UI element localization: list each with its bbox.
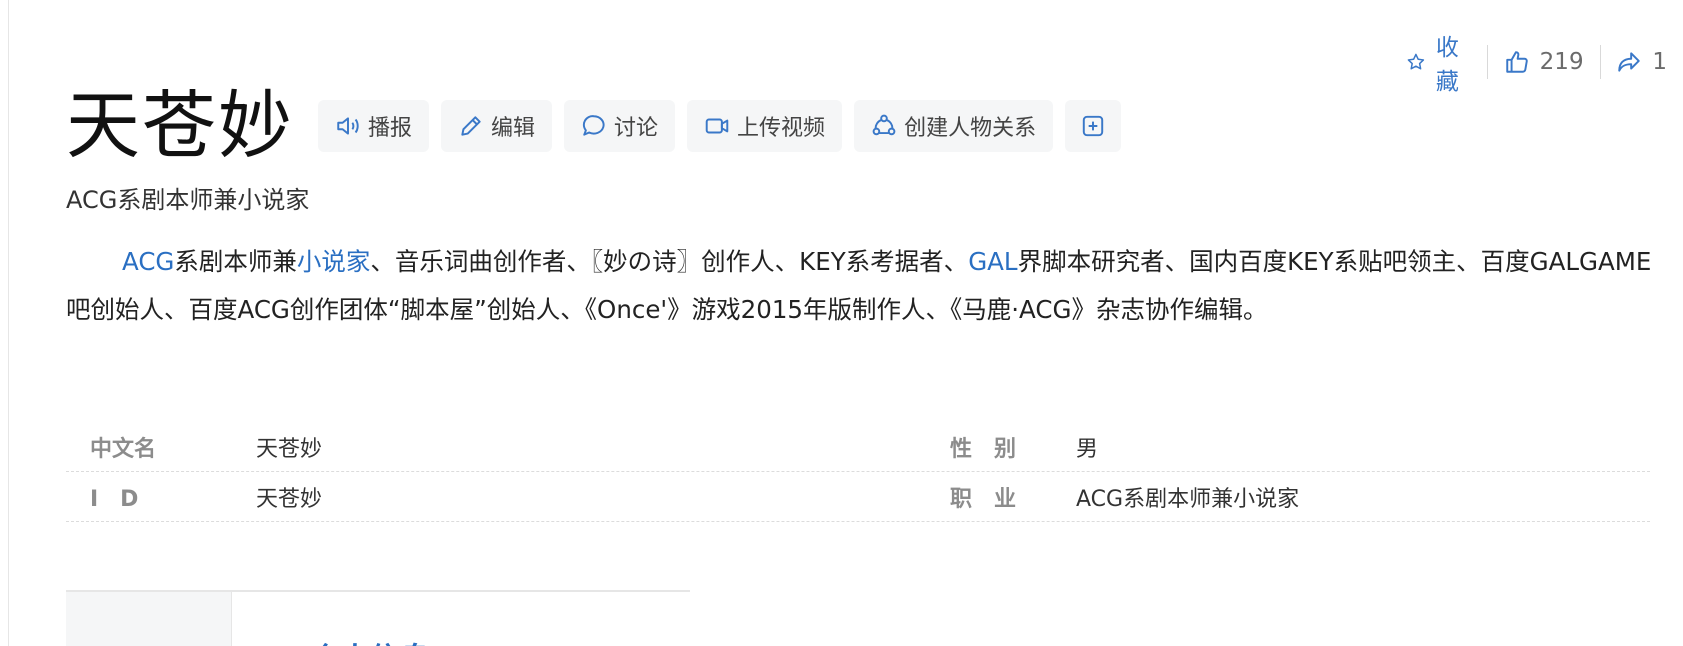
catalog-box: 个人信息 [66, 590, 690, 646]
plus-square-icon [1082, 115, 1104, 137]
info-value: 天苍妙 [256, 436, 323, 462]
info-key: 中文名 [90, 436, 157, 462]
favorite-label: 收藏 [1435, 35, 1459, 95]
catalog-heading[interactable]: 个人信息 [276, 634, 430, 646]
relationship-icon [872, 114, 896, 136]
catalog-sidebar [66, 592, 232, 646]
left-divider [8, 0, 9, 646]
title-row: 天苍妙 播报 编辑 讨论 上传视频 创建人物关系 [66, 82, 1122, 170]
info-row: 中文名 天苍妙 性 别 男 [66, 422, 1650, 472]
upload-video-button[interactable]: 上传视频 [687, 100, 843, 152]
star-icon [1407, 53, 1425, 70]
top-action-bar: 收藏 219 1 [1390, 35, 1683, 95]
entry-toolbar: 播报 编辑 讨论 上传视频 创建人物关系 [318, 100, 1122, 152]
share-icon [1618, 52, 1641, 72]
catalog-heading-label: 个人信息 [310, 634, 430, 646]
create-relationship-button[interactable]: 创建人物关系 [854, 100, 1054, 152]
info-value: 天苍妙 [256, 486, 323, 512]
discuss-button[interactable]: 讨论 [564, 100, 676, 152]
favorite-button[interactable]: 收藏 [1390, 28, 1487, 96]
broadcast-label: 播报 [368, 116, 413, 141]
edit-label: 编辑 [491, 116, 536, 141]
info-row: I D 天苍妙 职 业 ACG系剧本师兼小说家 [66, 472, 1650, 522]
like-button[interactable]: 219 [1488, 49, 1600, 75]
video-camera-icon [705, 118, 729, 134]
summary-text: 、音乐词曲创作者、〖妙の诗〗创作人、KEY系考据者、 [370, 247, 969, 276]
upload-video-label: 上传视频 [737, 116, 826, 141]
summary-paragraph: ACG系剧本师兼小说家、音乐词曲创作者、〖妙の诗〗创作人、KEY系考据者、GAL… [66, 238, 1656, 334]
info-value: ACG系剧本师兼小说家 [1076, 486, 1300, 512]
info-key: 职 业 [950, 486, 1017, 512]
like-count: 219 [1539, 49, 1584, 75]
info-value: 男 [1076, 436, 1099, 462]
page: 收藏 219 1 天苍妙 播报 编辑 讨论 上传视频 创建人物关系 ACG系剧本… [0, 0, 1683, 646]
thumbs-up-icon [1505, 51, 1528, 73]
chat-icon [582, 115, 605, 136]
broadcast-button[interactable]: 播报 [318, 100, 430, 152]
more-button[interactable] [1065, 100, 1122, 152]
summary-link-novelist[interactable]: 小说家 [297, 247, 371, 276]
share-count: 1 [1652, 49, 1668, 75]
summary-link-acg[interactable]: ACG [122, 247, 174, 276]
pencil-icon [461, 116, 481, 136]
info-key: 性 别 [950, 436, 1017, 462]
discuss-label: 讨论 [614, 116, 659, 141]
summary-link-gal[interactable]: GAL [968, 247, 1017, 276]
edit-button[interactable]: 编辑 [441, 100, 553, 152]
summary-text: 系剧本师兼 [174, 247, 297, 276]
entry-subtitle: ACG系剧本师兼小说家 [66, 186, 310, 214]
share-button[interactable]: 1 [1600, 49, 1683, 75]
basic-info-table: 中文名 天苍妙 性 别 男 I D 天苍妙 职 业 ACG系剧本师兼小说家 [66, 422, 1650, 522]
page-title: 天苍妙 [66, 83, 294, 169]
create-relationship-label: 创建人物关系 [904, 116, 1037, 141]
speaker-icon [337, 117, 359, 135]
info-key: I D [90, 486, 139, 512]
